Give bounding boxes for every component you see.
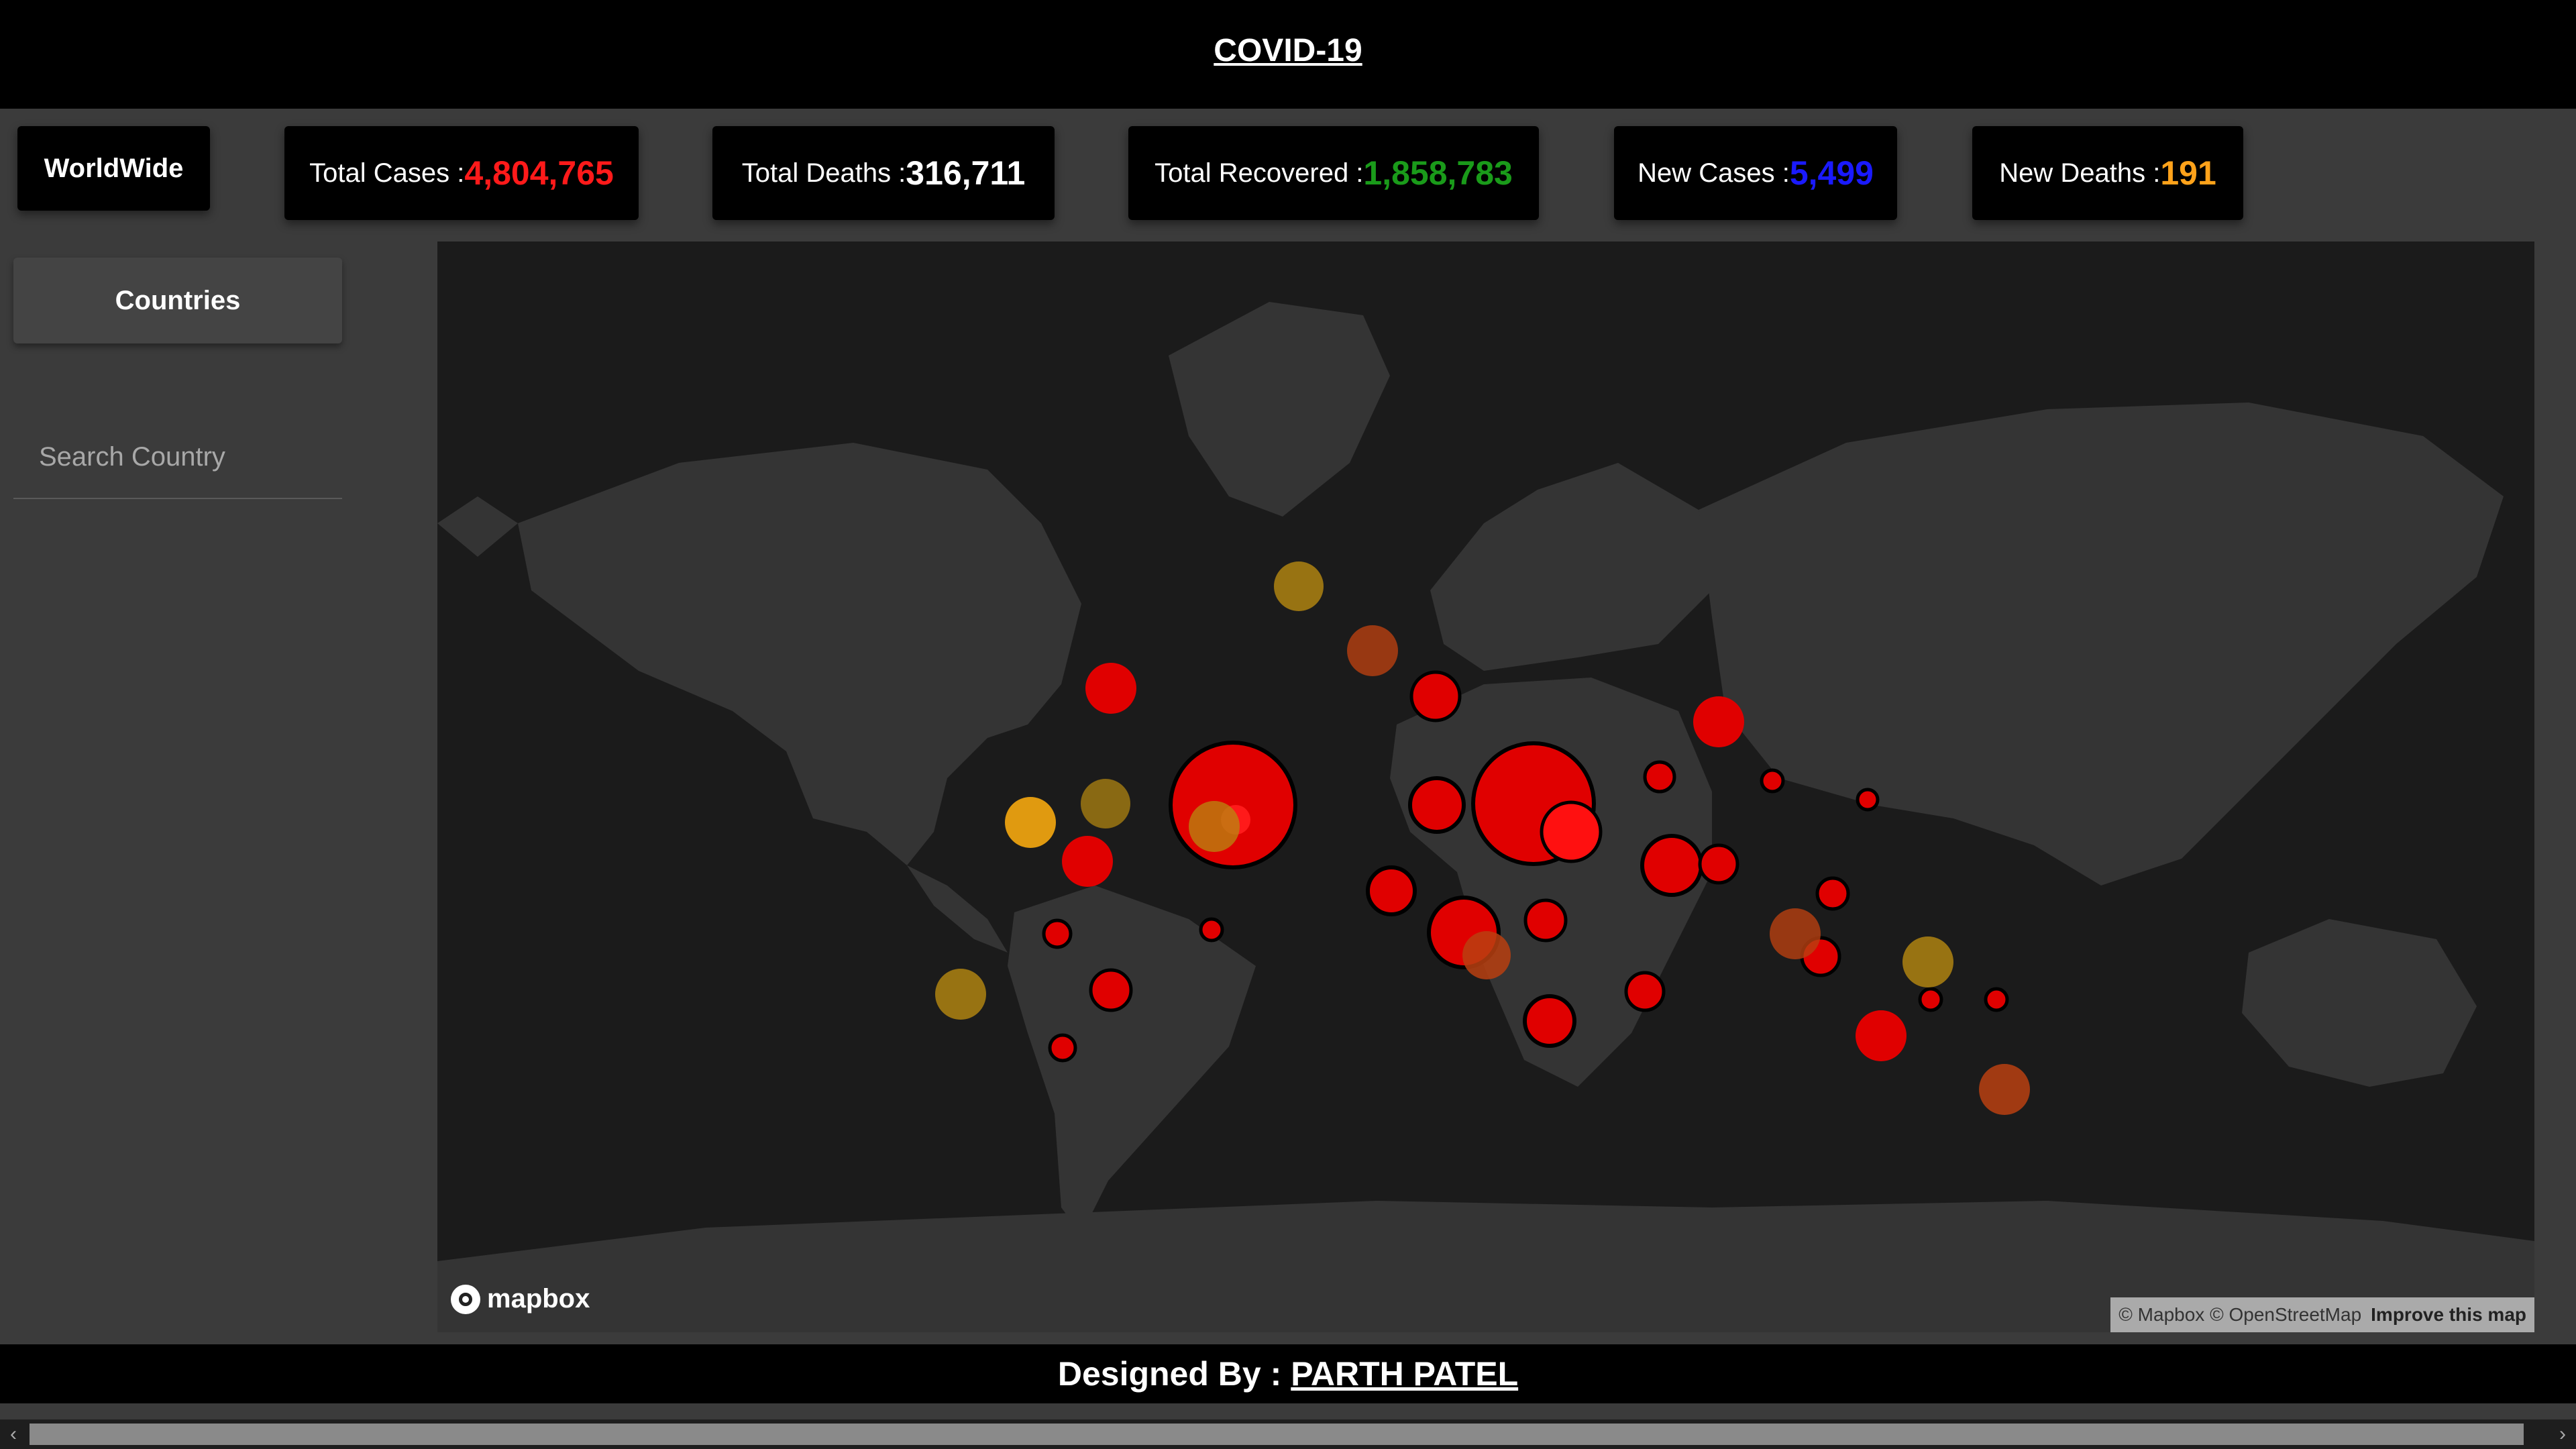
bubble-orange-1 (1274, 561, 1324, 611)
asia (1699, 402, 2504, 885)
scrollbar-thumb[interactable] (30, 1424, 2524, 1445)
bubble-italy (1462, 931, 1511, 979)
total-recovered-value: 1,858,783 (1363, 154, 1513, 192)
bubble-orange-6 (935, 969, 986, 1020)
bubble-pakistan (1698, 843, 1739, 885)
bubble-ukraine (1643, 760, 1676, 794)
author-link[interactable]: PARTH PATEL (1291, 1354, 1518, 1393)
scroll-left-arrow[interactable]: ‹ (0, 1419, 27, 1449)
bubble-nz (1918, 987, 1943, 1012)
new-deaths-value: 191 (2160, 154, 2216, 192)
greenland (1169, 302, 1390, 517)
improve-map-link[interactable]: Improve this map (2371, 1304, 2526, 1326)
scroll-right-arrow[interactable]: › (2549, 1419, 2576, 1449)
map-canvas (437, 302, 2534, 1332)
bubble-brazil (1089, 968, 1133, 1012)
total-recovered-card: Total Recovered : 1,858,783 (1128, 126, 1539, 220)
bubble-orange-5 (1189, 801, 1240, 852)
new-deaths-card: New Deaths : 191 (1972, 126, 2243, 220)
bubble-egypt (1624, 971, 1666, 1012)
total-deaths-card: Total Deaths : 316,711 (712, 126, 1055, 220)
bubble-saudi (1523, 898, 1568, 943)
central-america (907, 865, 1008, 953)
north-america (518, 443, 1081, 865)
bubble-peru (1062, 836, 1113, 887)
bubble-uk (1640, 834, 1703, 897)
footer-text: Designed By : PARTH PATEL (0, 1344, 2576, 1403)
new-deaths-label: New Deaths : (1999, 158, 2161, 188)
total-cases-value: 4,804,765 (464, 154, 614, 192)
footer-prefix: Designed By : (1057, 1355, 1282, 1393)
mapbox-icon (451, 1284, 480, 1314)
bubble-pacific (1984, 987, 2009, 1012)
total-cases-label: Total Cases : (309, 158, 465, 188)
countries-button[interactable]: Countries (13, 258, 342, 343)
bubble-usa (1169, 741, 1297, 869)
bubble-iran (1366, 865, 1417, 916)
bubble-japan (1760, 768, 1785, 794)
mapbox-logo-text: mapbox (487, 1284, 590, 1313)
new-cases-value: 5,499 (1789, 154, 1874, 192)
bubble-korea (1856, 788, 1880, 812)
bubble-orange-7 (1770, 908, 1821, 959)
total-deaths-label: Total Deaths : (741, 158, 906, 188)
bubble-canada (1199, 917, 1224, 943)
total-deaths-value: 316,711 (906, 154, 1026, 192)
map-attribution: © Mapbox © OpenStreetMap Improve this ma… (2110, 1297, 2534, 1332)
new-cases-card: New Cases : 5,499 (1614, 126, 1897, 220)
horizontal-scrollbar[interactable]: ‹ › (0, 1419, 2576, 1449)
world-map[interactable]: mapbox © Mapbox © OpenStreetMap Improve … (437, 241, 2534, 1332)
bubble-mexico (1042, 918, 1073, 949)
bubble-chile (1048, 1033, 1077, 1063)
europe (1430, 463, 1712, 671)
total-cases-card: Total Cases : 4,804,765 (284, 126, 639, 220)
total-recovered-label: Total Recovered : (1155, 158, 1364, 188)
mapbox-logo[interactable]: mapbox (451, 1284, 590, 1314)
bubble-morocco (1409, 670, 1462, 722)
bubble-europe-inner (1540, 800, 1603, 863)
bubble-colombia (1085, 663, 1136, 714)
bubble-orange-3 (1005, 797, 1056, 848)
bubble-orange-9 (1979, 1064, 2030, 1115)
attribution-text[interactable]: © Mapbox © OpenStreetMap (2118, 1304, 2361, 1326)
bubble-orange-8 (1902, 936, 1953, 987)
page-title: COVID-19 (1214, 33, 1362, 68)
bubble-philippines (1815, 876, 1850, 911)
bubble-australia (1856, 1010, 1907, 1061)
australia (2242, 919, 2477, 1087)
bubble-orange-2 (1347, 625, 1398, 676)
bubble-india (1523, 994, 1576, 1048)
russia-west (437, 496, 518, 557)
worldwide-button[interactable]: WorldWide (17, 126, 210, 211)
search-country-input[interactable] (13, 416, 342, 499)
bubble-orange-4 (1081, 779, 1130, 828)
new-cases-label: New Cases : (1638, 158, 1790, 188)
bubble-china (1693, 696, 1744, 747)
footer: Designed By : PARTH PATEL (0, 1344, 2576, 1403)
bubble-turkey (1408, 776, 1466, 834)
